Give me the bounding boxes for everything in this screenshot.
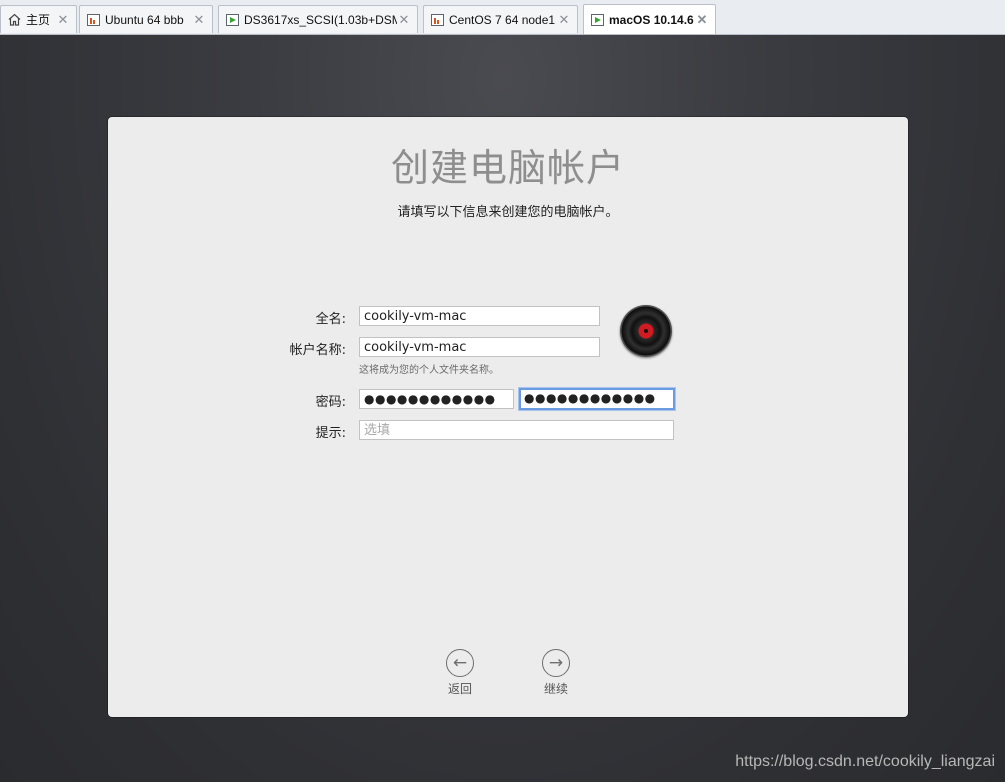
vm-running-icon [225, 13, 239, 27]
close-icon[interactable]: ✕ [695, 12, 709, 28]
close-icon[interactable]: ✕ [192, 12, 206, 28]
account-name-hint: 这将成为您的个人文件夹名称。 [359, 365, 499, 376]
back-button[interactable]: ← 返回 [435, 649, 485, 697]
home-icon [7, 13, 21, 27]
user-avatar[interactable] [620, 305, 672, 357]
vm-icon [430, 13, 444, 27]
arrow-left-icon: ← [446, 649, 474, 677]
close-icon[interactable]: ✕ [56, 12, 70, 28]
page-title: 创建电脑帐户 [390, 146, 625, 190]
continue-button[interactable]: → 继续 [531, 649, 581, 697]
vm-running-icon [590, 13, 604, 27]
watermark: https://blog.csdn.net/cookily_liangzai [735, 753, 995, 770]
tab-ubuntu[interactable]: Ubuntu 64 bbb ✕ [79, 5, 213, 33]
setup-panel: 创建电脑帐户 请填写以下信息来创建您的电脑帐户。 全名: cookily-vm-… [108, 117, 908, 717]
password-label: 密码: [315, 395, 346, 410]
arrow-right-icon: → [542, 649, 570, 677]
tab-ds3617[interactable]: DS3617xs_SCSI(1.03b+DSM6... ✕ [218, 5, 418, 33]
vm-icon [86, 13, 100, 27]
tab-label: CentOS 7 64 node1 [449, 12, 556, 27]
fullname-label: 全名: [315, 312, 346, 327]
account-name-field[interactable]: cookily-vm-mac [359, 337, 600, 357]
tab-label: DS3617xs_SCSI(1.03b+DSM6... [244, 12, 397, 27]
password-hint-field[interactable]: 选填 [359, 420, 674, 440]
tab-macos[interactable]: macOS 10.14.6 ✕ [583, 4, 716, 34]
password-hint-label: 提示: [315, 426, 346, 441]
close-icon[interactable]: ✕ [397, 12, 411, 28]
tab-home[interactable]: 主页 ✕ [0, 5, 77, 33]
tab-label: Ubuntu 64 bbb [105, 12, 184, 27]
tab-label: 主页 [26, 13, 51, 27]
fullname-field[interactable]: cookily-vm-mac [359, 306, 600, 326]
tab-centos[interactable]: CentOS 7 64 node1 ✕ [423, 5, 578, 33]
vm-tab-bar: 主页 ✕ Ubuntu 64 bbb ✕ DS3617xs_SCSI(1.03b… [0, 0, 1005, 35]
continue-label: 继续 [543, 682, 568, 696]
tab-label: macOS 10.14.6 [609, 12, 694, 27]
password-field[interactable]: ●●●●●●●●●●●● [359, 389, 514, 409]
verify-password-field[interactable]: ●●●●●●●●●●●● [519, 388, 675, 410]
page-subtitle: 请填写以下信息来创建您的电脑帐户。 [397, 205, 619, 220]
close-icon[interactable]: ✕ [557, 12, 571, 28]
back-label: 返回 [447, 682, 472, 696]
account-name-label: 帐户名称: [289, 343, 346, 358]
